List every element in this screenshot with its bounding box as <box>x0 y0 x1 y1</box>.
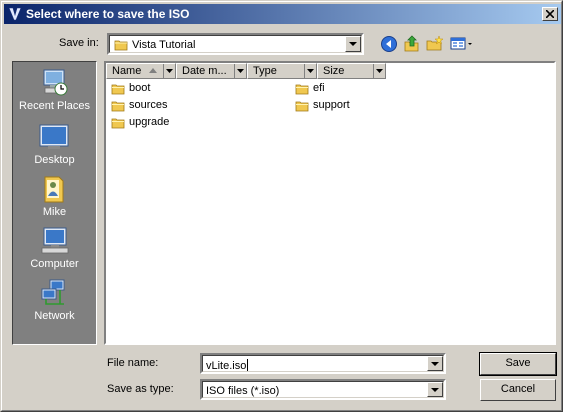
chevron-down-icon <box>376 69 383 73</box>
view-menu-button[interactable] <box>448 34 474 54</box>
file-name: efi <box>313 82 325 94</box>
place-computer[interactable]: Computer <box>13 222 96 274</box>
file-name-dropdown-button[interactable] <box>427 356 443 371</box>
up-folder-icon <box>404 35 419 52</box>
recent-places-icon <box>43 69 68 96</box>
file-name: sources <box>129 99 168 111</box>
save-in-dropdown-button[interactable] <box>345 36 361 52</box>
save-as-type-frame: ISO files (*.iso) <box>202 381 444 398</box>
save-as-type-select[interactable]: ISO files (*.iso) <box>200 379 446 400</box>
save-in-label: Save in: <box>59 37 99 49</box>
column-filter-dropdown[interactable] <box>304 64 316 78</box>
chevron-down-icon <box>431 362 439 366</box>
column-label: Date m... <box>182 65 227 77</box>
place-label: Network <box>34 310 75 322</box>
title-bar[interactable]: Select where to save the ISO <box>4 4 561 24</box>
column-label: Type <box>253 65 277 77</box>
folder-icon <box>295 101 309 112</box>
sort-ascending-icon <box>149 68 157 73</box>
save-as-type-value: ISO files (*.iso) <box>206 385 280 397</box>
desktop-icon <box>39 124 69 149</box>
column-label: Size <box>323 65 345 77</box>
place-label: Recent Places <box>19 100 90 112</box>
folder-icon <box>295 84 309 95</box>
chevron-down-icon <box>431 388 439 392</box>
save-in-combo[interactable]: Vista Tutorial <box>107 33 364 55</box>
save-in-combo-frame: Vista Tutorial <box>109 35 362 53</box>
chevron-down-icon <box>166 69 173 73</box>
back-icon <box>381 36 397 52</box>
folder-icon <box>114 40 128 51</box>
file-name-input[interactable]: vLite.iso <box>206 359 249 372</box>
file-list[interactable]: Name Date m... Type Size boot efi source… <box>104 61 556 345</box>
save-button-label: Save <box>505 357 531 369</box>
column-filter-dropdown[interactable] <box>163 64 175 78</box>
folder-icon <box>111 118 125 129</box>
place-label: Desktop <box>34 154 75 166</box>
window-title: Select where to save the ISO <box>26 7 190 21</box>
column-header-type[interactable]: Type <box>247 63 317 79</box>
column-header-size[interactable]: Size <box>317 63 386 79</box>
column-header-name[interactable]: Name <box>106 63 176 79</box>
vlite-app-icon <box>8 7 22 21</box>
place-network[interactable]: Network <box>13 274 96 326</box>
save-in-value: Vista Tutorial <box>132 39 196 51</box>
close-icon <box>546 10 554 18</box>
chevron-down-icon <box>237 69 244 73</box>
network-icon <box>41 279 65 305</box>
cancel-button-label: Cancel <box>500 383 536 395</box>
place-recent-places[interactable]: Recent Places <box>13 64 96 116</box>
new-folder-icon <box>426 35 444 51</box>
file-name: support <box>313 99 350 111</box>
folder-icon <box>111 101 125 112</box>
chevron-down-icon <box>349 42 357 46</box>
dialog-frame: Select where to save the ISO Save in: Vi… <box>1 1 562 411</box>
view-menu-icon <box>450 37 472 50</box>
computer-icon <box>41 227 69 254</box>
column-label: Name <box>112 65 142 77</box>
back-button[interactable] <box>378 34 400 54</box>
place-desktop[interactable]: Desktop <box>13 118 96 170</box>
column-filter-dropdown[interactable] <box>373 64 385 78</box>
save-as-type-dropdown-button[interactable] <box>427 382 443 397</box>
save-button[interactable]: Save <box>479 352 557 376</box>
cancel-button[interactable]: Cancel <box>480 379 556 401</box>
file-name-label: File name: <box>107 357 159 369</box>
column-header-date[interactable]: Date m... <box>176 63 247 79</box>
user-folder-icon <box>44 176 64 203</box>
place-label: Mike <box>42 206 67 218</box>
new-folder-button[interactable] <box>424 34 446 54</box>
file-name: boot <box>129 82 151 94</box>
place-mike[interactable]: Mike <box>13 170 96 222</box>
places-bar: Recent Places Desktop Mike Computer Netw… <box>12 61 97 345</box>
chevron-down-icon <box>307 69 314 73</box>
folder-icon <box>111 84 125 95</box>
file-name: upgrade <box>129 116 170 128</box>
save-as-type-label: Save as type: <box>107 383 174 395</box>
file-name-field[interactable]: vLite.iso <box>200 353 446 374</box>
up-folder-button[interactable] <box>401 34 423 54</box>
save-dialog: Select where to save the ISO Save in: Vi… <box>0 0 563 412</box>
place-label: Computer <box>30 258 79 270</box>
column-filter-dropdown[interactable] <box>234 64 246 78</box>
close-button[interactable] <box>542 7 558 21</box>
file-name-field-frame: vLite.iso <box>202 355 444 372</box>
